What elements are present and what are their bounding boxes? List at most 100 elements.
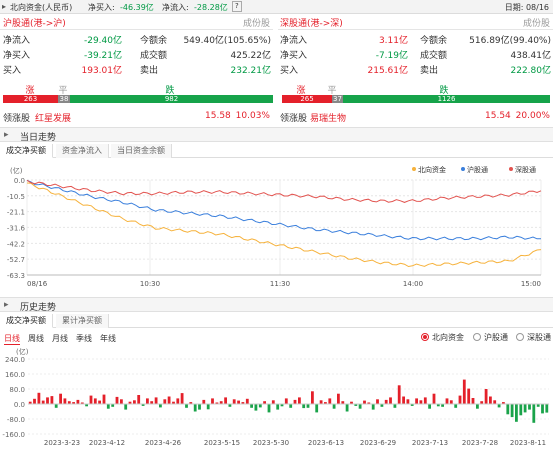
bar: [471, 398, 475, 404]
tab-hist-net-buy[interactable]: 成交净买额: [0, 314, 53, 328]
radio-sh[interactable]: [473, 333, 481, 341]
bar: [432, 393, 436, 404]
sh-connect-title[interactable]: 沪股通(港->沪): [3, 16, 66, 29]
bar: [402, 396, 405, 404]
series-line-1: [26, 179, 541, 241]
collapse-icon[interactable]: ▸: [2, 2, 6, 11]
help-button[interactable]: ?: [232, 1, 242, 12]
sz-connect-title[interactable]: 深股通(港->深): [280, 16, 343, 29]
sh-breadth-bar: 263 38 982: [3, 95, 273, 103]
sh-net-inflow-value: -29.40亿: [83, 36, 122, 46]
sz-leading-stock: 领涨股 易瑞生物 15.54 20.00%: [278, 110, 553, 124]
tab-net-buy[interactable]: 成交净买额: [0, 144, 53, 158]
net-inflow-label: 净流入:: [162, 3, 189, 12]
bar: [515, 404, 518, 422]
bar: [454, 404, 458, 408]
bar: [76, 399, 80, 404]
sz-leading-price: 15.54: [485, 111, 511, 121]
sh-net-buy-value: -39.21亿: [83, 51, 122, 61]
x-tick-label: 2023-5-30: [253, 439, 289, 447]
y-tick-label: -160.0: [2, 431, 25, 439]
bar: [423, 397, 427, 404]
bar: [46, 397, 49, 404]
y-tick-label: -42.2: [7, 240, 25, 248]
bar: [167, 396, 171, 404]
radio-sh-label: 沪股通: [484, 333, 508, 342]
history-title: 历史走势: [20, 303, 57, 313]
bar: [506, 404, 510, 415]
bar: [510, 404, 514, 418]
sz-constituents-link[interactable]: 成份股: [523, 16, 550, 29]
series-line-2: [26, 179, 542, 203]
bar: [159, 404, 162, 408]
expand-icon-2[interactable]: ▸: [4, 300, 9, 310]
sz-flat-count: 37: [332, 95, 343, 103]
sz-up-count: 265: [282, 95, 332, 103]
radio-north[interactable]: [421, 333, 429, 341]
tab-net-inflow[interactable]: 资金净流入: [56, 144, 109, 158]
x-tick-label: 14:00: [403, 280, 423, 288]
x-tick-label: 2023-4-26: [145, 439, 182, 447]
net-buy-label: 净买入:: [88, 3, 115, 12]
period-quarterly[interactable]: 季线: [76, 333, 92, 344]
bar: [337, 393, 340, 404]
period-yearly[interactable]: 年线: [100, 333, 116, 344]
bar: [202, 399, 206, 404]
sh-leading-name[interactable]: 红星发展: [35, 111, 71, 124]
sz-net-inflow-label: 净流入: [280, 36, 308, 46]
sh-leading-label: 领涨股: [3, 114, 31, 124]
period-monthly[interactable]: 月线: [52, 333, 68, 344]
x-tick-label: 2023-5-15: [204, 439, 240, 447]
bar: [428, 404, 431, 409]
intraday-section-header[interactable]: ▸ 当日走势: [0, 127, 553, 143]
sz-quota-value: 516.89亿(99.40%): [469, 36, 551, 46]
legend-sz-dot: [509, 167, 513, 171]
y-tick-label: -31.6: [7, 224, 26, 232]
sh-sell-value: 232.21亿: [230, 66, 272, 76]
sh-down-count: 982: [70, 95, 273, 103]
bar: [50, 396, 54, 404]
expand-icon[interactable]: ▸: [4, 130, 9, 140]
period-weekly[interactable]: 周线: [28, 333, 44, 344]
bar: [302, 404, 306, 409]
bar: [37, 392, 41, 405]
legend-sh: 沪股通: [467, 165, 488, 174]
bar: [528, 404, 531, 410]
sh-constituents-link[interactable]: 成份股: [243, 16, 270, 29]
window-title: 北向资金(人民币): [10, 3, 73, 12]
y-tick-label: 160.0: [5, 371, 25, 379]
x-tick-label: 2023-6-29: [360, 439, 396, 447]
tab-balance[interactable]: 当日资金余额: [111, 144, 172, 158]
tab-hist-cumulative[interactable]: 累计净买额: [56, 314, 109, 328]
bar: [532, 404, 536, 423]
sh-buy-label: 买入: [3, 66, 22, 76]
radio-sz[interactable]: [516, 333, 524, 341]
y-tick-label: 240.0: [5, 356, 25, 364]
history-section-header[interactable]: ▸ 历史走势: [0, 297, 553, 313]
x-tick-label: 2023-6-13: [308, 439, 344, 447]
sz-connect-header: 深股通(港->深) 成份股: [278, 14, 553, 30]
sh-quota-value: 549.40亿(105.65%): [183, 36, 271, 46]
period-daily[interactable]: 日线: [4, 333, 20, 345]
bar: [371, 404, 375, 410]
y-tick-label: 0.0: [14, 401, 25, 409]
bar: [232, 399, 236, 404]
bar: [163, 399, 167, 404]
bar: [545, 404, 549, 413]
bar: [467, 388, 471, 404]
sz-leading-name[interactable]: 易瑞生物: [310, 111, 346, 124]
x-tick-label: 2023-4-12: [89, 439, 125, 447]
bar: [137, 395, 141, 404]
bar: [224, 397, 227, 404]
sh-quota-label: 今额余: [140, 36, 168, 46]
bar: [120, 399, 123, 404]
bar: [59, 393, 62, 404]
sz-net-buy-value: -7.19亿: [375, 51, 408, 61]
bar: [284, 398, 288, 404]
bar: [311, 391, 314, 405]
x-tick-label: 08/16: [27, 280, 48, 288]
intraday-unit: (亿): [10, 166, 23, 175]
bar: [33, 398, 36, 405]
y-tick-label: 0.0: [14, 177, 25, 185]
sz-sell-label: 卖出: [420, 66, 439, 76]
